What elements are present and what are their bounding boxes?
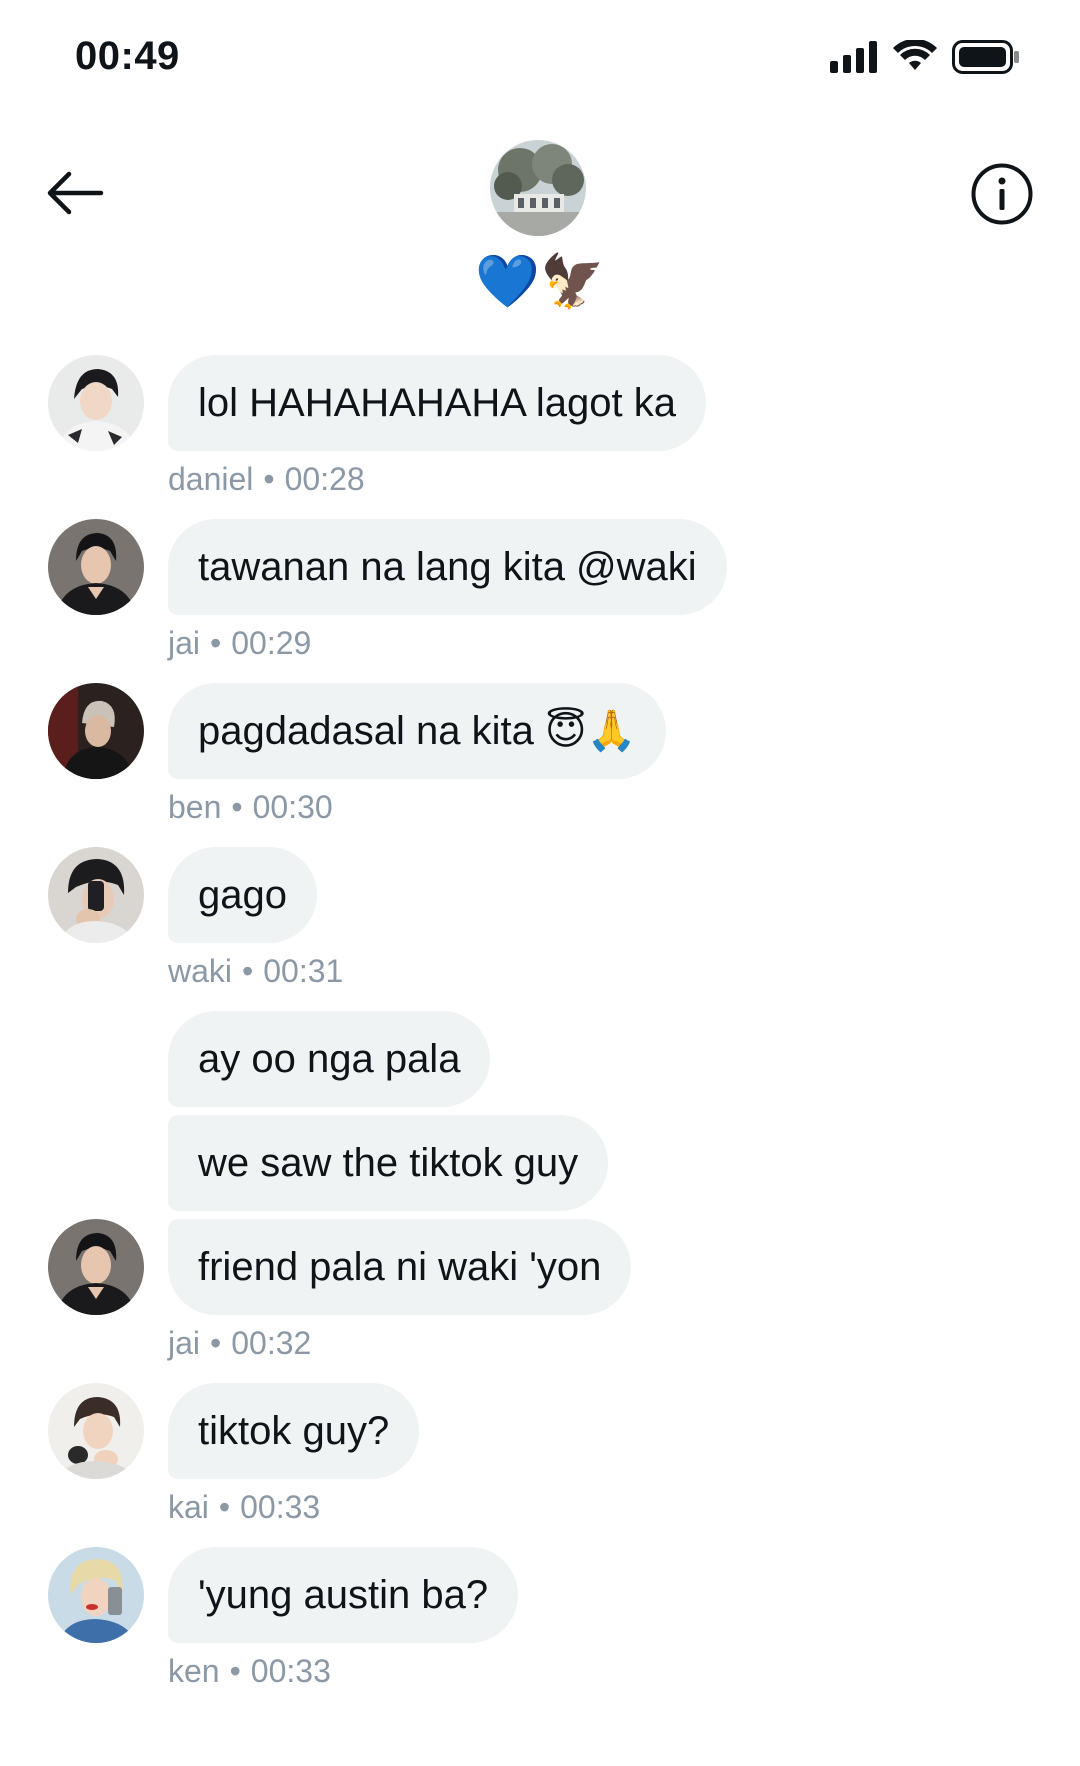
meta-separator: • xyxy=(210,1325,222,1361)
sender-name[interactable]: ken xyxy=(168,1653,220,1689)
status-icons xyxy=(830,38,1020,79)
avatar[interactable] xyxy=(48,1383,144,1479)
message-bubble[interactable]: lol HAHAHAHAHA lagot ka xyxy=(168,355,706,451)
sender-name[interactable]: kai xyxy=(168,1489,209,1525)
sender-name[interactable]: waki xyxy=(168,953,232,989)
message-bubble[interactable]: gago xyxy=(168,847,317,943)
meta-separator: • xyxy=(210,625,222,661)
message-row: we saw the tiktok guy xyxy=(0,1115,1080,1211)
message-group: 'yung austin ba? ken • 00:33 xyxy=(0,1547,1080,1695)
message-row: friend pala ni waki 'yon xyxy=(0,1219,1080,1315)
avatar[interactable] xyxy=(48,355,144,451)
message-meta: ken • 00:33 xyxy=(0,1651,1080,1695)
message-time: 00:29 xyxy=(231,625,312,661)
message-group: tawanan na lang kita @waki jai • 00:29 xyxy=(0,519,1080,667)
message-time: 00:33 xyxy=(250,1653,331,1689)
message-row: ay oo nga pala xyxy=(0,1011,1080,1107)
cellular-signal-icon xyxy=(830,41,878,78)
message-group: lol HAHAHAHAHA lagot ka daniel • 00:28 xyxy=(0,355,1080,503)
message-bubble[interactable]: pagdadasal na kita 😇🙏 xyxy=(168,683,667,779)
message-row: lol HAHAHAHAHA lagot ka xyxy=(0,355,1080,451)
message-group: gago waki • 00:31 xyxy=(0,847,1080,995)
message-time: 00:28 xyxy=(284,461,365,497)
message-meta: daniel • 00:28 xyxy=(0,459,1080,503)
status-bar: 00:49 xyxy=(0,0,1080,110)
message-row: 'yung austin ba? xyxy=(0,1547,1080,1643)
message-bubble[interactable]: we saw the tiktok guy xyxy=(168,1115,609,1211)
message-group: pagdadasal na kita 😇🙏 ben • 00:30 xyxy=(0,683,1080,831)
message-meta: kai • 00:33 xyxy=(0,1487,1080,1531)
status-time: 00:49 xyxy=(75,34,180,78)
avatar[interactable] xyxy=(48,1219,144,1315)
message-time: 00:30 xyxy=(252,789,333,825)
message-row: pagdadasal na kita 😇🙏 xyxy=(0,683,1080,779)
sender-name[interactable]: daniel xyxy=(168,461,253,497)
meta-separator: • xyxy=(242,953,254,989)
sender-name[interactable]: ben xyxy=(168,789,221,825)
message-row: gago xyxy=(0,847,1080,943)
message-meta: waki • 00:31 xyxy=(0,951,1080,995)
message-meta: jai • 00:29 xyxy=(0,623,1080,667)
avatar[interactable] xyxy=(48,683,144,779)
message-group: tiktok guy? kai • 00:33 xyxy=(0,1383,1080,1531)
meta-separator: • xyxy=(229,1653,241,1689)
message-bubble[interactable]: friend pala ni waki 'yon xyxy=(168,1219,632,1315)
wifi-icon xyxy=(892,38,938,79)
message-group: ay oo nga pala we saw the tiktok guy fri… xyxy=(0,1011,1080,1367)
info-button[interactable] xyxy=(966,160,1038,232)
message-time: 00:32 xyxy=(231,1325,312,1361)
message-row: tiktok guy? xyxy=(0,1383,1080,1479)
message-meta: jai • 00:32 xyxy=(0,1323,1080,1367)
message-list: lol HAHAHAHAHA lagot ka daniel • 00:28 ta xyxy=(0,355,1080,1711)
meta-separator: • xyxy=(218,1489,231,1525)
message-time: 00:31 xyxy=(263,953,344,989)
message-time: 00:33 xyxy=(240,1489,321,1525)
avatar[interactable] xyxy=(48,847,144,943)
avatar[interactable] xyxy=(48,519,144,615)
conversation-header: 💙🦅 xyxy=(0,120,1080,320)
sender-name[interactable]: jai xyxy=(168,625,200,661)
back-button[interactable] xyxy=(40,160,110,230)
message-bubble[interactable]: tiktok guy? xyxy=(168,1383,420,1479)
arrow-left-icon xyxy=(45,170,105,221)
group-name: 💙🦅 xyxy=(0,252,1080,312)
message-bubble[interactable]: tawanan na lang kita @waki xyxy=(168,519,727,615)
meta-separator: • xyxy=(263,461,275,497)
message-bubble[interactable]: ay oo nga pala xyxy=(168,1011,491,1107)
avatar[interactable] xyxy=(48,1547,144,1643)
message-row: tawanan na lang kita @waki xyxy=(0,519,1080,615)
group-avatar[interactable] xyxy=(490,140,586,236)
group-name-text: 💙🦅 xyxy=(475,252,605,312)
sender-name[interactable]: jai xyxy=(168,1325,200,1361)
battery-icon xyxy=(952,40,1020,79)
meta-separator: • xyxy=(231,789,243,825)
message-meta: ben • 00:30 xyxy=(0,787,1080,831)
info-icon xyxy=(970,162,1034,231)
message-bubble[interactable]: 'yung austin ba? xyxy=(168,1547,519,1643)
